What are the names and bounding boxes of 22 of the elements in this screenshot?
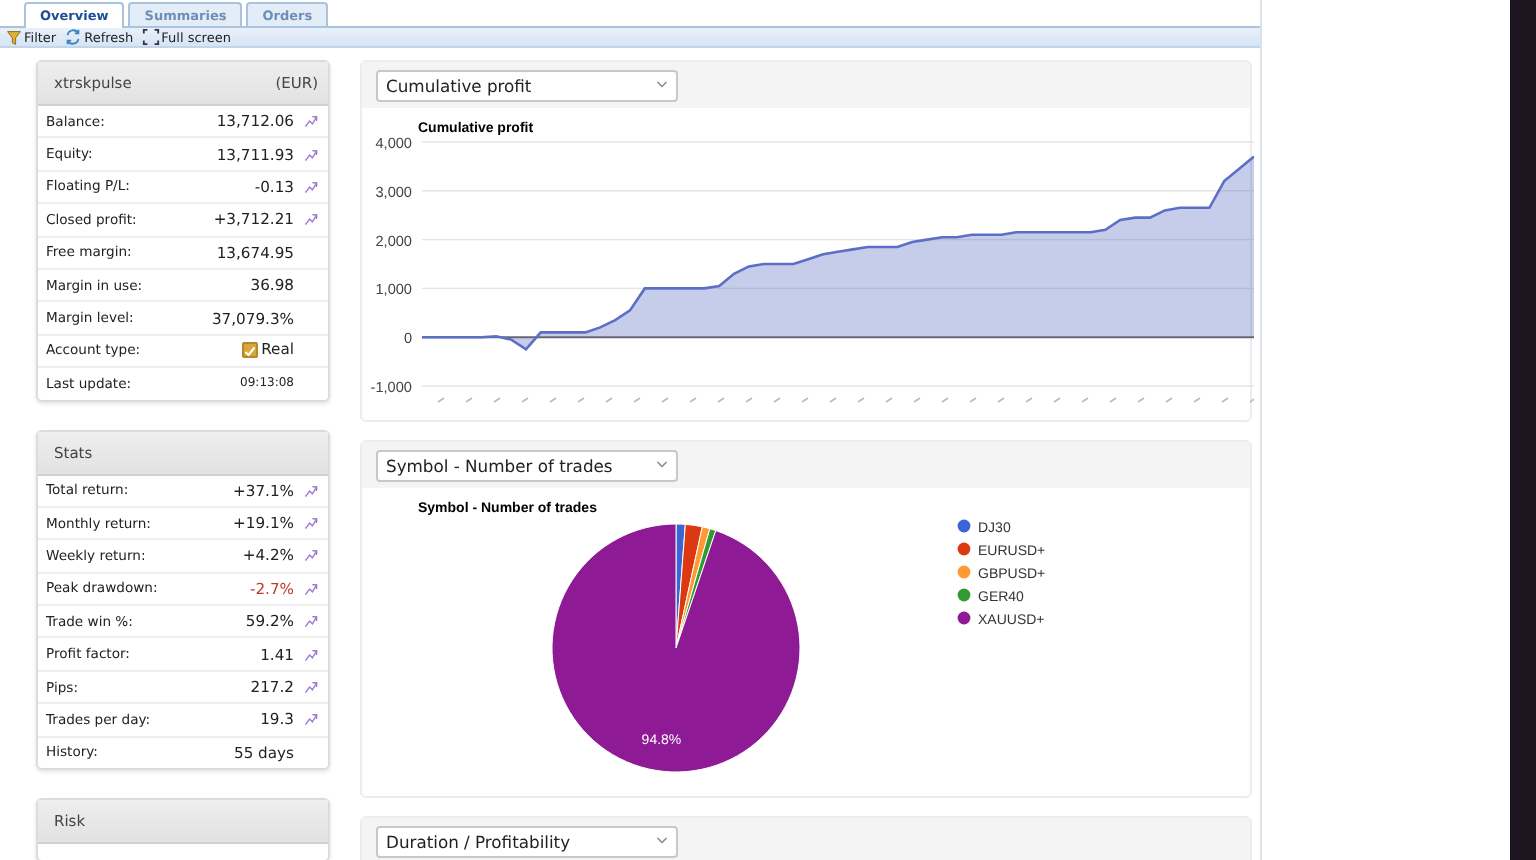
chart-link-icon[interactable] xyxy=(304,712,318,727)
chart-link-icon[interactable] xyxy=(304,614,318,629)
filter-icon xyxy=(6,29,22,45)
fullscreen-icon xyxy=(141,28,160,46)
caret-icon xyxy=(656,460,668,470)
chart-select[interactable]: Cumulative profit xyxy=(376,69,678,101)
caret-icon xyxy=(656,80,668,90)
chart-link-icon[interactable] xyxy=(304,548,318,563)
chart-link-icon[interactable] xyxy=(304,212,318,227)
chart-link-icon[interactable] xyxy=(304,647,318,662)
chart-select[interactable]: Symbol - Number of trades xyxy=(376,449,678,481)
caret-icon xyxy=(656,836,668,846)
refresh-icon xyxy=(64,28,83,46)
chart-link-icon[interactable] xyxy=(304,114,318,129)
chart-link-icon[interactable] xyxy=(304,147,318,162)
chart-link-icon[interactable] xyxy=(304,516,318,531)
chart-link-icon[interactable] xyxy=(304,483,318,498)
chart-link-icon[interactable] xyxy=(304,581,318,596)
chart-select[interactable]: Duration / Profitability xyxy=(376,825,678,857)
chart-link-icon[interactable] xyxy=(304,680,318,695)
chart-link-icon[interactable] xyxy=(304,179,318,194)
checkbox[interactable] xyxy=(241,341,258,358)
